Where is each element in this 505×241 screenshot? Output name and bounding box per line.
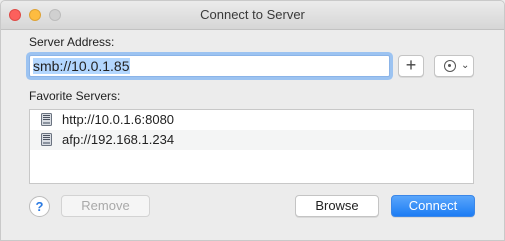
chevron-down-icon: ⌄ [461, 60, 470, 71]
connect-to-server-window: Connect to Server Server Address: smb://… [0, 0, 505, 241]
favorite-servers-list[interactable]: http://10.0.1.6:8080 afp://192.168.1.234 [29, 109, 474, 184]
server-address-label: Server Address: [29, 35, 115, 49]
server-address-value: smb://10.0.1.85 [33, 58, 130, 74]
recent-servers-menu-button[interactable]: ⌄ [434, 55, 474, 77]
list-item[interactable]: afp://192.168.1.234 [30, 130, 473, 150]
remove-button[interactable]: Remove [61, 195, 150, 217]
empty-row [30, 150, 473, 170]
title-bar: Connect to Server [1, 1, 504, 30]
add-favorite-button[interactable]: + [398, 55, 424, 77]
clock-icon [444, 60, 456, 72]
list-item[interactable]: http://10.0.1.6:8080 [30, 110, 473, 130]
server-address-input[interactable]: smb://10.0.1.85 [29, 55, 390, 77]
server-icon [41, 113, 52, 126]
favorite-server-address: afp://192.168.1.234 [62, 132, 175, 147]
connect-button[interactable]: Connect [391, 195, 475, 217]
favorite-servers-label: Favorite Servers: [29, 89, 121, 103]
window-title: Connect to Server [200, 7, 305, 22]
favorite-server-address: http://10.0.1.6:8080 [62, 112, 175, 127]
help-button[interactable]: ? [29, 196, 50, 217]
browse-button[interactable]: Browse [295, 195, 379, 217]
server-icon [41, 133, 52, 146]
